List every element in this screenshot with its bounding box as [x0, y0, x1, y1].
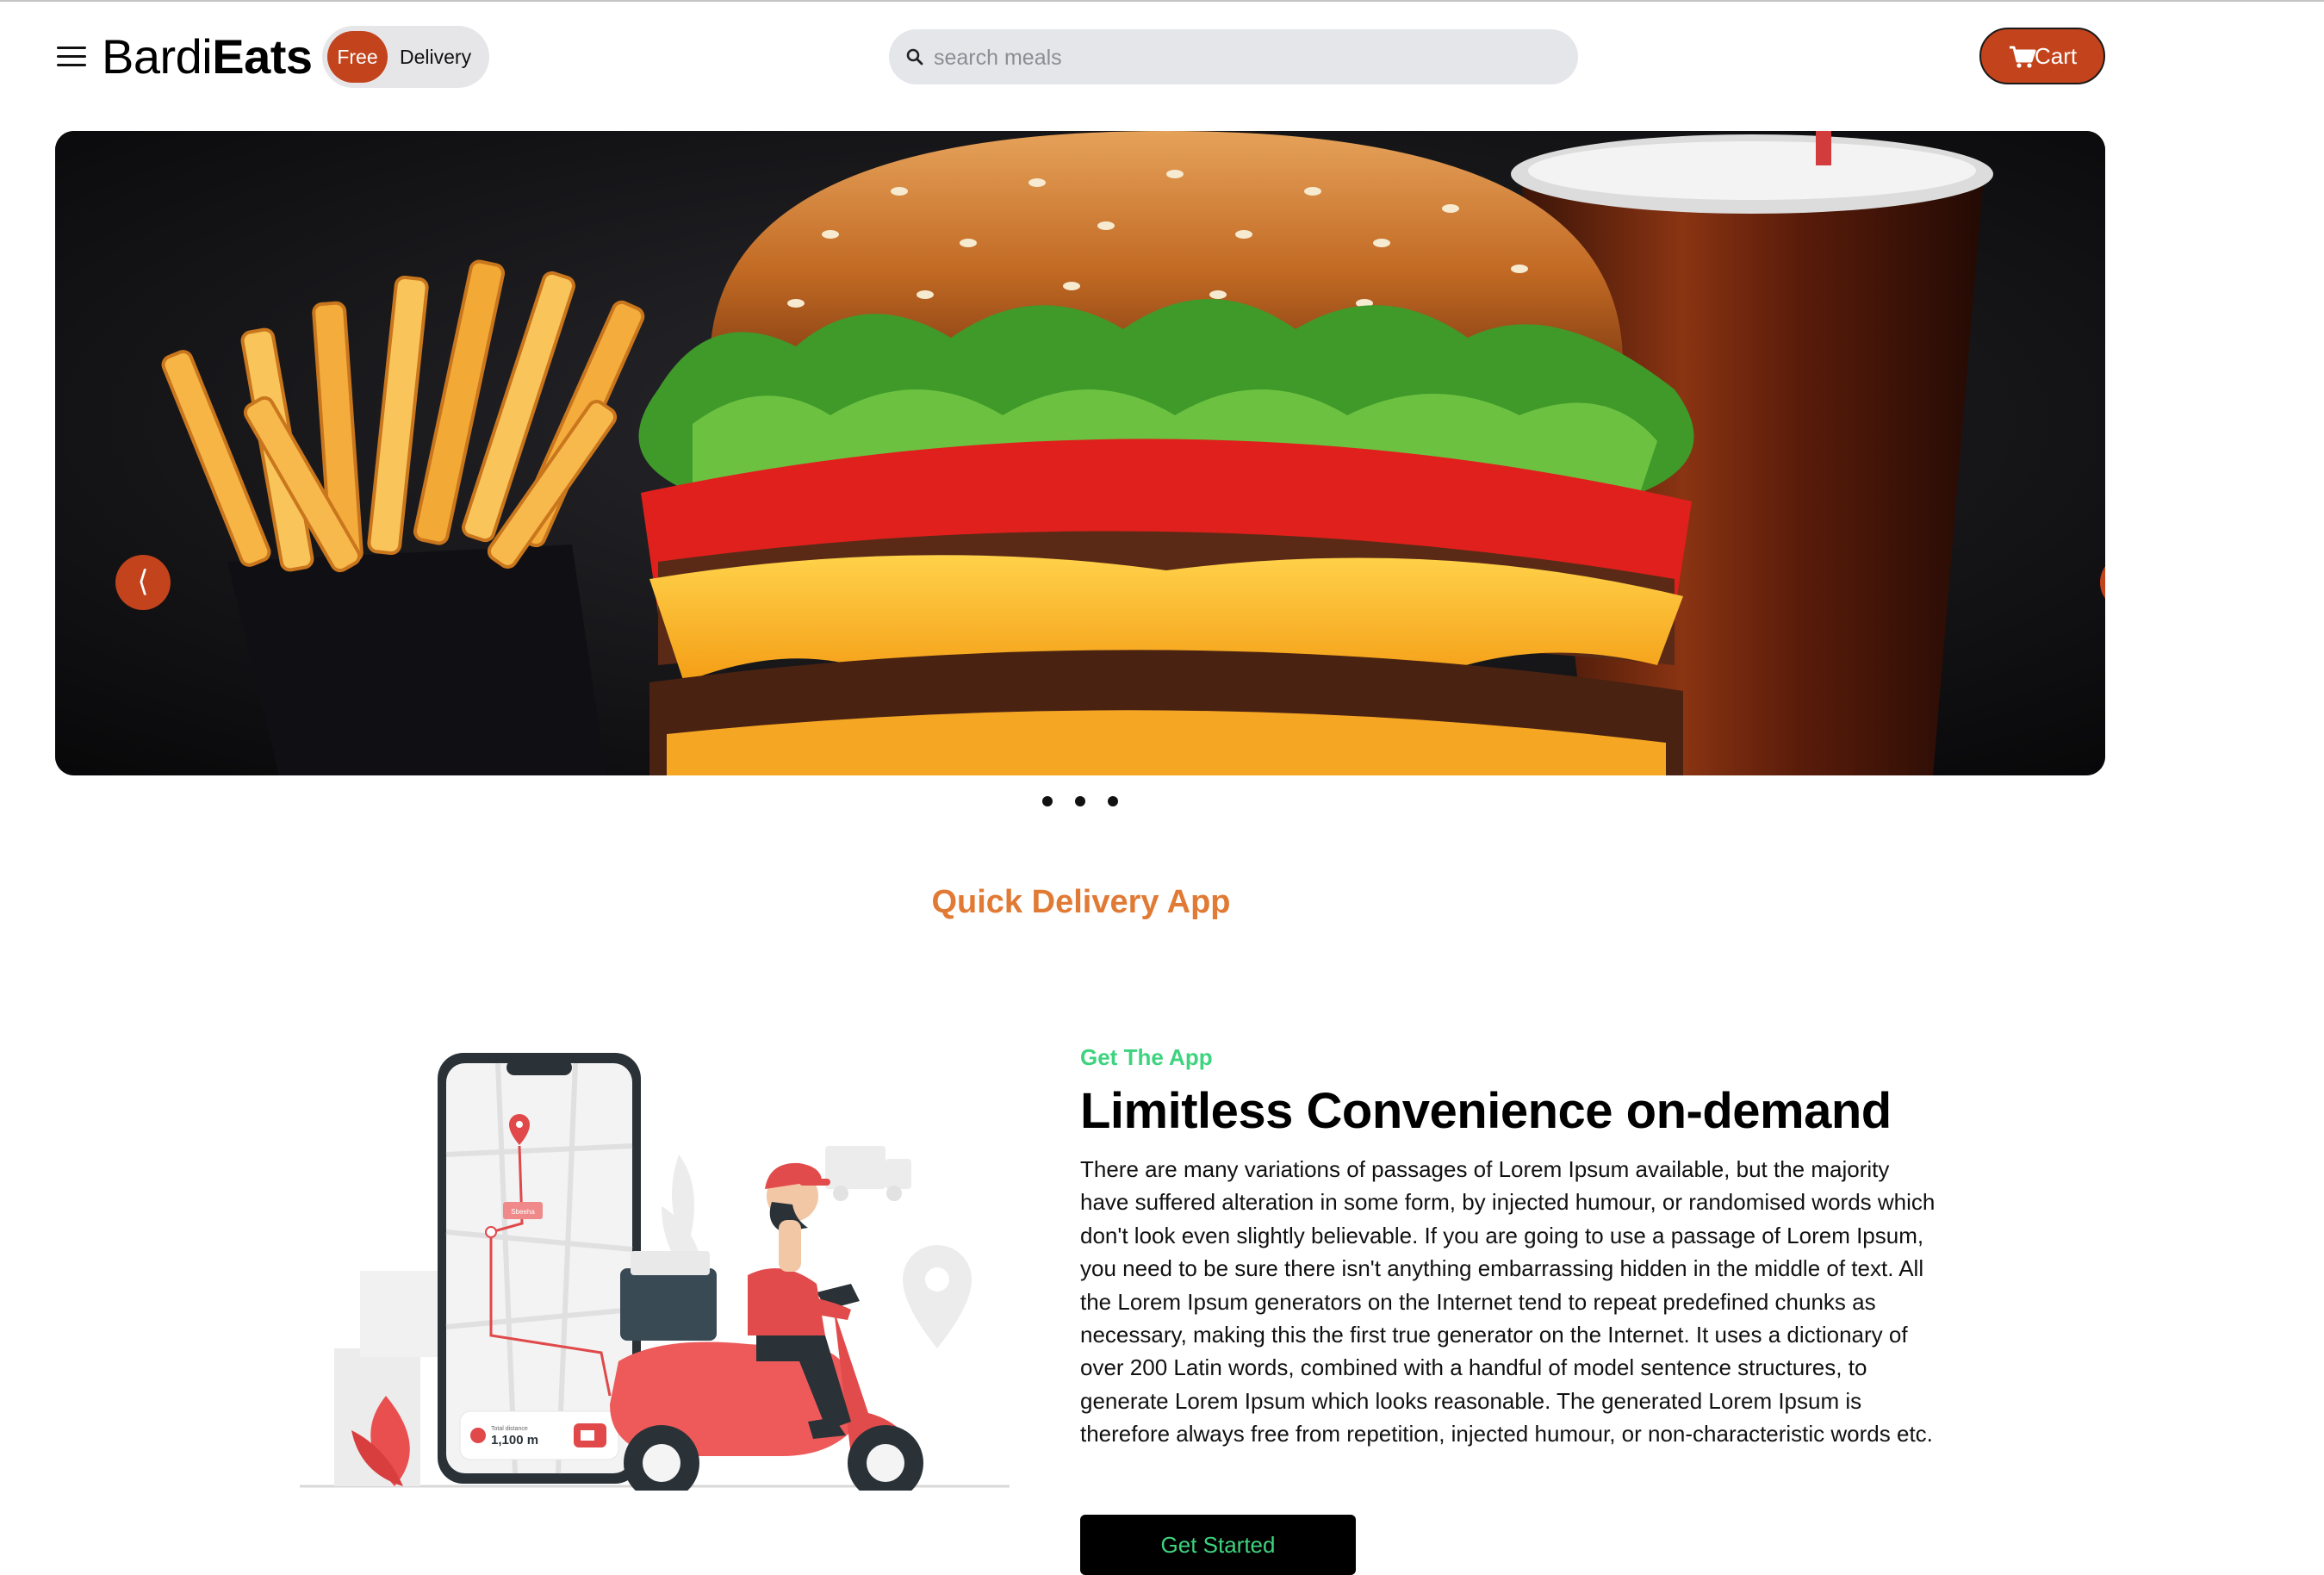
- site-header: BardiEats Free Delivery Cart: [0, 2, 2324, 112]
- delivery-mode-toggle[interactable]: Free Delivery: [322, 26, 489, 88]
- hamburger-menu-icon[interactable]: [55, 40, 90, 74]
- carousel-dot-3[interactable]: [1108, 796, 1118, 806]
- search-bar: [889, 29, 1578, 86]
- hero-carousel: ⟨ ⟩: [55, 131, 2105, 775]
- logo-text-regular: Bardi: [102, 29, 213, 84]
- distance-label: Total distance: [491, 1426, 528, 1432]
- brand-logo[interactable]: BardiEats: [102, 29, 313, 84]
- promo-eyebrow: Get The App: [1080, 1044, 1213, 1070]
- toggle-option-free[interactable]: Free: [327, 31, 388, 83]
- cart-label: Cart: [2035, 43, 2078, 69]
- search-input[interactable]: [932, 29, 1556, 86]
- get-started-button[interactable]: Get Started: [1080, 1515, 1356, 1575]
- carousel-dot-2[interactable]: [1075, 796, 1085, 806]
- map-tag-label: Sbeeha: [511, 1208, 535, 1216]
- promo-heading: Limitless Convenience on-demand: [1080, 1083, 1892, 1139]
- hero-food-image: [55, 131, 2105, 775]
- section-title: Quick Delivery App: [931, 884, 1231, 920]
- carousel-prev-button[interactable]: ⟨: [115, 555, 171, 610]
- search-icon: [906, 48, 923, 65]
- delivery-illustration: Sbeeha Total distance 1,100 m: [300, 1053, 1010, 1491]
- logo-text-bold: Eats: [212, 29, 313, 84]
- cart-icon: [2010, 46, 2036, 68]
- carousel-dot-1[interactable]: [1042, 796, 1053, 806]
- promo-body-text: There are many variations of passages of…: [1080, 1156, 1936, 1447]
- distance-value: 1,100 m: [491, 1433, 538, 1447]
- cart-button[interactable]: Cart: [1979, 28, 2105, 84]
- toggle-option-delivery[interactable]: Delivery: [400, 26, 471, 88]
- carousel-indicators: [1037, 796, 1123, 813]
